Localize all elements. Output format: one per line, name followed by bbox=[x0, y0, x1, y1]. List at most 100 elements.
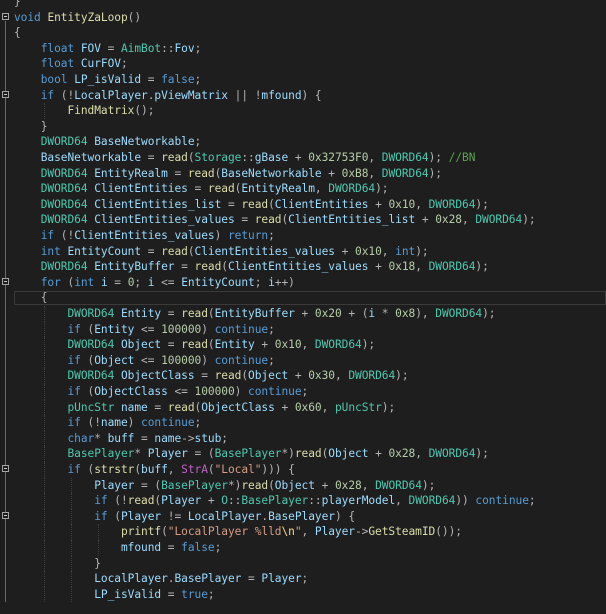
code-editor[interactable]: } void EntityZaLoop(){ float FOV = AimBot… bbox=[0, 0, 606, 614]
code-line[interactable]: { bbox=[0, 25, 606, 41]
code-line[interactable]: if (!LocalPlayer.pViewMatrix || !mfound)… bbox=[0, 88, 606, 104]
code-text: if (!ClientEntities_values) return; bbox=[14, 228, 275, 244]
code-text: if (!read(Player + O::BasePlayer::player… bbox=[14, 493, 535, 509]
code-line[interactable]: DWORD64 ClientEntities_list = read(Clien… bbox=[0, 197, 606, 213]
code-line[interactable]: DWORD64 EntityRealm = read(BaseNetworkab… bbox=[0, 166, 606, 182]
code-line[interactable]: FindMatrix(); bbox=[0, 103, 606, 119]
code-line[interactable]: LP_isValid = true; bbox=[0, 586, 606, 603]
code-token: AimBot bbox=[121, 41, 162, 55]
code-token: bool bbox=[40, 73, 68, 86]
code-token: 0x8 bbox=[395, 307, 416, 320]
code-line[interactable]: float FOV = AimBot::Fov; bbox=[0, 41, 606, 57]
code-token: * bbox=[375, 307, 396, 320]
code-line[interactable]: if (!ClientEntities_values) return; bbox=[0, 228, 606, 244]
code-token: if bbox=[67, 463, 81, 476]
code-token: void bbox=[14, 10, 41, 24]
code-token: DWORD64 bbox=[67, 369, 115, 383]
code-line[interactable]: DWORD64 EntityBuffer = read(ClientEntiti… bbox=[0, 259, 606, 275]
code-token: ) bbox=[201, 322, 215, 336]
code-token: 0x10 bbox=[274, 338, 302, 352]
code-token: read bbox=[207, 182, 235, 196]
code-line[interactable]: } bbox=[0, 555, 606, 572]
code-token: Player bbox=[120, 509, 162, 523]
code-token: false bbox=[181, 541, 215, 554]
code-token: ( bbox=[80, 463, 95, 476]
code-line[interactable]: Player = (BasePlayer*)read(Object + 0x28… bbox=[0, 477, 606, 494]
code-token: read bbox=[167, 400, 195, 414]
code-line[interactable]: DWORD64 BaseNetworkable; bbox=[0, 134, 606, 150]
code-token: Fov bbox=[174, 41, 195, 55]
code-token: ( bbox=[207, 307, 215, 320]
code-token: DWORD64 bbox=[428, 197, 476, 211]
code-line[interactable]: if (Entity <= 100000) continue; bbox=[0, 321, 606, 338]
code-line[interactable]: pUncStr name = read(ObjectClass + 0x60, … bbox=[0, 399, 606, 416]
code-token: DWORD64 bbox=[435, 307, 483, 320]
code-line[interactable]: DWORD64 ObjectClass = read(Object + 0x30… bbox=[0, 368, 606, 384]
code-line[interactable]: if (!read(Player + O::BasePlayer::player… bbox=[0, 493, 606, 509]
code-line[interactable]: BasePlayer* Player = (BasePlayer*)read(O… bbox=[0, 446, 606, 462]
code-line[interactable]: mfound = false; bbox=[0, 540, 606, 556]
code-token: StrA bbox=[181, 463, 208, 476]
code-token: , bbox=[415, 197, 429, 211]
collapse-icon[interactable] bbox=[2, 277, 9, 285]
code-token: read bbox=[294, 447, 322, 461]
code-text: char* buff = name->stub; bbox=[14, 431, 228, 447]
code-token: ( bbox=[187, 151, 195, 164]
code-line[interactable]: if (Object <= 100000) continue; bbox=[0, 352, 606, 369]
code-line[interactable]: DWORD64 Entity = read(EntityBuffer + 0x2… bbox=[0, 306, 606, 322]
code-line[interactable]: if (Player != LocalPlayer.BasePlayer) { bbox=[0, 508, 606, 525]
code-line[interactable]: LocalPlayer.BasePlayer = Player; bbox=[0, 571, 606, 587]
code-token: Object bbox=[248, 369, 289, 383]
code-line[interactable]: bool LP_isValid = false; bbox=[0, 72, 606, 88]
code-token: ClientEntities bbox=[274, 197, 369, 211]
code-token: ; bbox=[268, 353, 275, 367]
code-token: ClientEntities bbox=[94, 182, 188, 196]
collapse-icon[interactable] bbox=[2, 12, 9, 20]
code-line[interactable]: } bbox=[0, 0, 606, 10]
code-line[interactable]: void EntityZaLoop() bbox=[0, 10, 606, 26]
collapse-icon[interactable] bbox=[2, 90, 9, 98]
code-token: = bbox=[161, 541, 182, 554]
code-token: DWORD64 bbox=[428, 447, 476, 461]
code-line[interactable]: char* buff = name->stub; bbox=[0, 430, 606, 447]
code-line[interactable]: for (int i = 0; i <= EntityCount; i++) bbox=[0, 275, 606, 291]
code-line[interactable]: BaseNetworkable = read(Storage::gBase + … bbox=[0, 150, 606, 166]
code-token: ) { bbox=[334, 509, 356, 523]
code-line[interactable]: DWORD64 ClientEntities_values = read(Cli… bbox=[0, 212, 606, 228]
code-token: + bbox=[254, 338, 275, 352]
code-token: EntityRealm bbox=[241, 182, 315, 196]
code-token: 0x60 bbox=[294, 400, 322, 414]
code-text: } bbox=[14, 0, 21, 10]
code-token: *) bbox=[281, 447, 295, 461]
code-line[interactable]: if (ObjectClass <= 100000) continue; bbox=[0, 384, 606, 400]
code-token: ); bbox=[421, 478, 436, 492]
code-line[interactable]: { bbox=[0, 290, 606, 306]
code-token: GetSteamID bbox=[368, 525, 436, 539]
code-token: Entity bbox=[94, 322, 135, 336]
code-line[interactable]: DWORD64 ClientEntities = read(EntityReal… bbox=[0, 181, 606, 197]
code-text: if (!name) continue; bbox=[14, 415, 201, 431]
code-token: , bbox=[368, 151, 382, 164]
code-token: DWORD64 bbox=[381, 166, 429, 180]
code-token: DWORD64 bbox=[475, 213, 523, 227]
code-line[interactable]: printf("LocalPlayer %lld\n", Player->Get… bbox=[0, 524, 606, 540]
code-token: ; bbox=[214, 541, 222, 554]
code-token: BaseNetworkable bbox=[40, 151, 142, 164]
code-text: if (Object <= 100000) continue; bbox=[14, 353, 275, 369]
code-line[interactable]: int EntityCount = read(ClientEntities_va… bbox=[0, 244, 606, 260]
code-line[interactable]: } bbox=[0, 119, 606, 135]
code-line[interactable]: float CurFOV; bbox=[0, 56, 606, 72]
collapse-icon[interactable] bbox=[2, 465, 9, 472]
code-line[interactable]: DWORD64 Object = read(Entity + 0x10, DWO… bbox=[0, 337, 606, 353]
code-token: Object bbox=[328, 447, 369, 461]
code-token: ( bbox=[207, 463, 215, 476]
code-text: LP_isValid = true; bbox=[14, 587, 214, 603]
code-line[interactable]: if (strstr(buff, StrA("Local"))) { bbox=[0, 462, 606, 478]
collapse-icon[interactable] bbox=[2, 511, 9, 519]
code-line[interactable]: if (!name) continue; bbox=[0, 415, 606, 431]
code-text: LocalPlayer.BasePlayer = Player; bbox=[14, 571, 308, 587]
